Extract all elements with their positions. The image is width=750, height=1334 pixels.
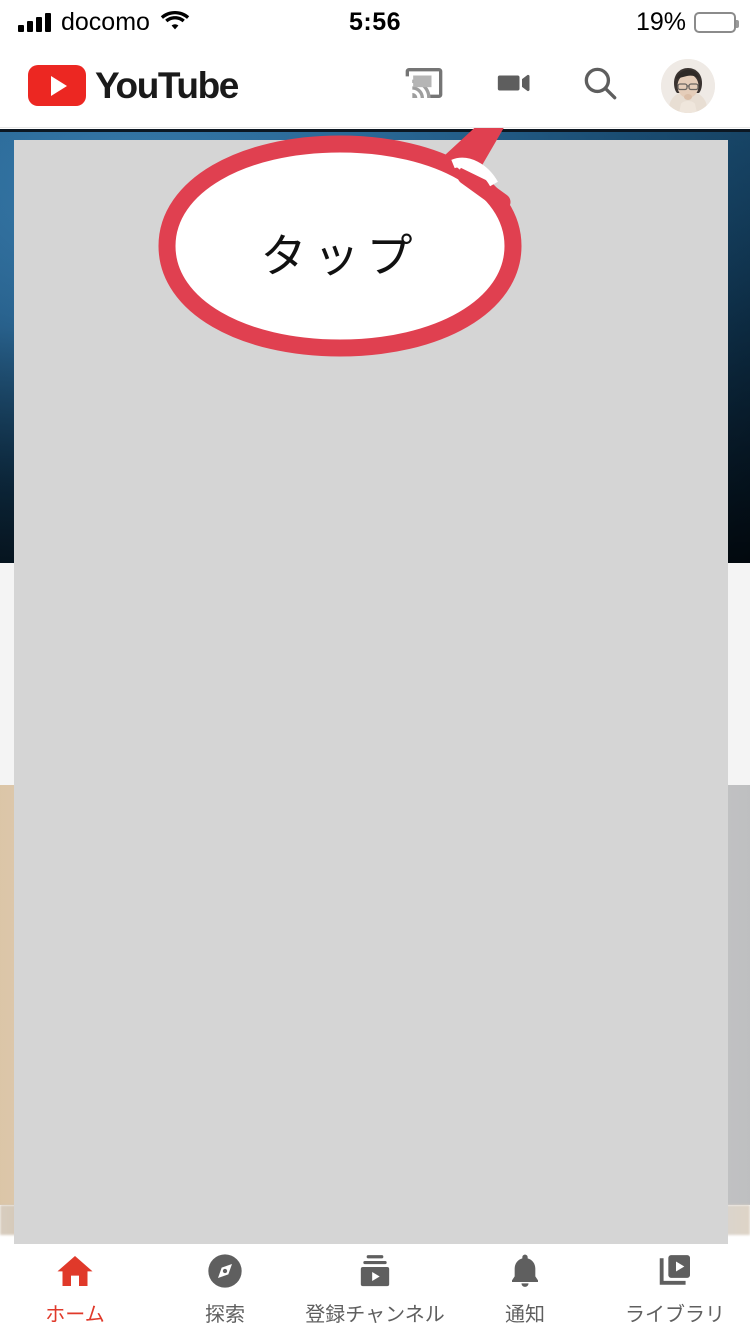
nav-item-explore[interactable]: 探索 <box>150 1244 300 1334</box>
nav-label-notifications: 通知 <box>505 1302 545 1326</box>
cast-icon <box>402 63 446 108</box>
search-button[interactable] <box>556 44 644 128</box>
nav-label-explore: 探索 <box>205 1302 245 1326</box>
nav-label-subscriptions: 登録チャンネル <box>305 1302 445 1326</box>
bell-icon <box>504 1251 546 1291</box>
app-header: YouTube <box>0 44 750 128</box>
account-button[interactable] <box>644 44 732 128</box>
video-camera-icon <box>490 63 534 108</box>
youtube-play-icon <box>28 65 86 106</box>
tooltip-text: タップ <box>260 229 420 283</box>
library-icon <box>654 1251 696 1291</box>
status-bar: docomo 5:56 19% <box>0 0 750 44</box>
nav-item-library[interactable]: ライブラリ <box>600 1244 750 1334</box>
nav-item-notifications[interactable]: 通知 <box>450 1244 600 1334</box>
bottom-navigation: ホーム 探索 登録チャンネル 通知 ライブラリ <box>0 1244 750 1334</box>
status-bar-right: 19% <box>635 7 739 37</box>
nav-label-home: ホーム <box>45 1302 105 1326</box>
youtube-wordmark: YouTube <box>95 64 239 106</box>
nav-label-library: ライブラリ <box>625 1302 725 1326</box>
phone-screen: docomo 5:56 19% YouTube タップ ホーム 探索 登録チャン… <box>0 0 750 1334</box>
create-video-button[interactable] <box>468 44 556 128</box>
battery-icon <box>694 11 739 33</box>
nav-item-home[interactable]: ホーム <box>0 1244 150 1334</box>
header-actions <box>380 44 732 128</box>
cast-button[interactable] <box>380 44 468 128</box>
home-icon <box>53 1251 97 1291</box>
avatar <box>661 58 715 113</box>
compass-icon <box>204 1251 246 1291</box>
youtube-logo[interactable]: YouTube <box>28 64 239 107</box>
nav-item-subscriptions[interactable]: 登録チャンネル <box>300 1244 450 1334</box>
search-icon <box>578 62 622 109</box>
subscriptions-icon <box>354 1251 396 1291</box>
tap-tooltip-bubble: タップ <box>150 105 530 368</box>
battery-percent-label: 19% <box>635 7 686 36</box>
